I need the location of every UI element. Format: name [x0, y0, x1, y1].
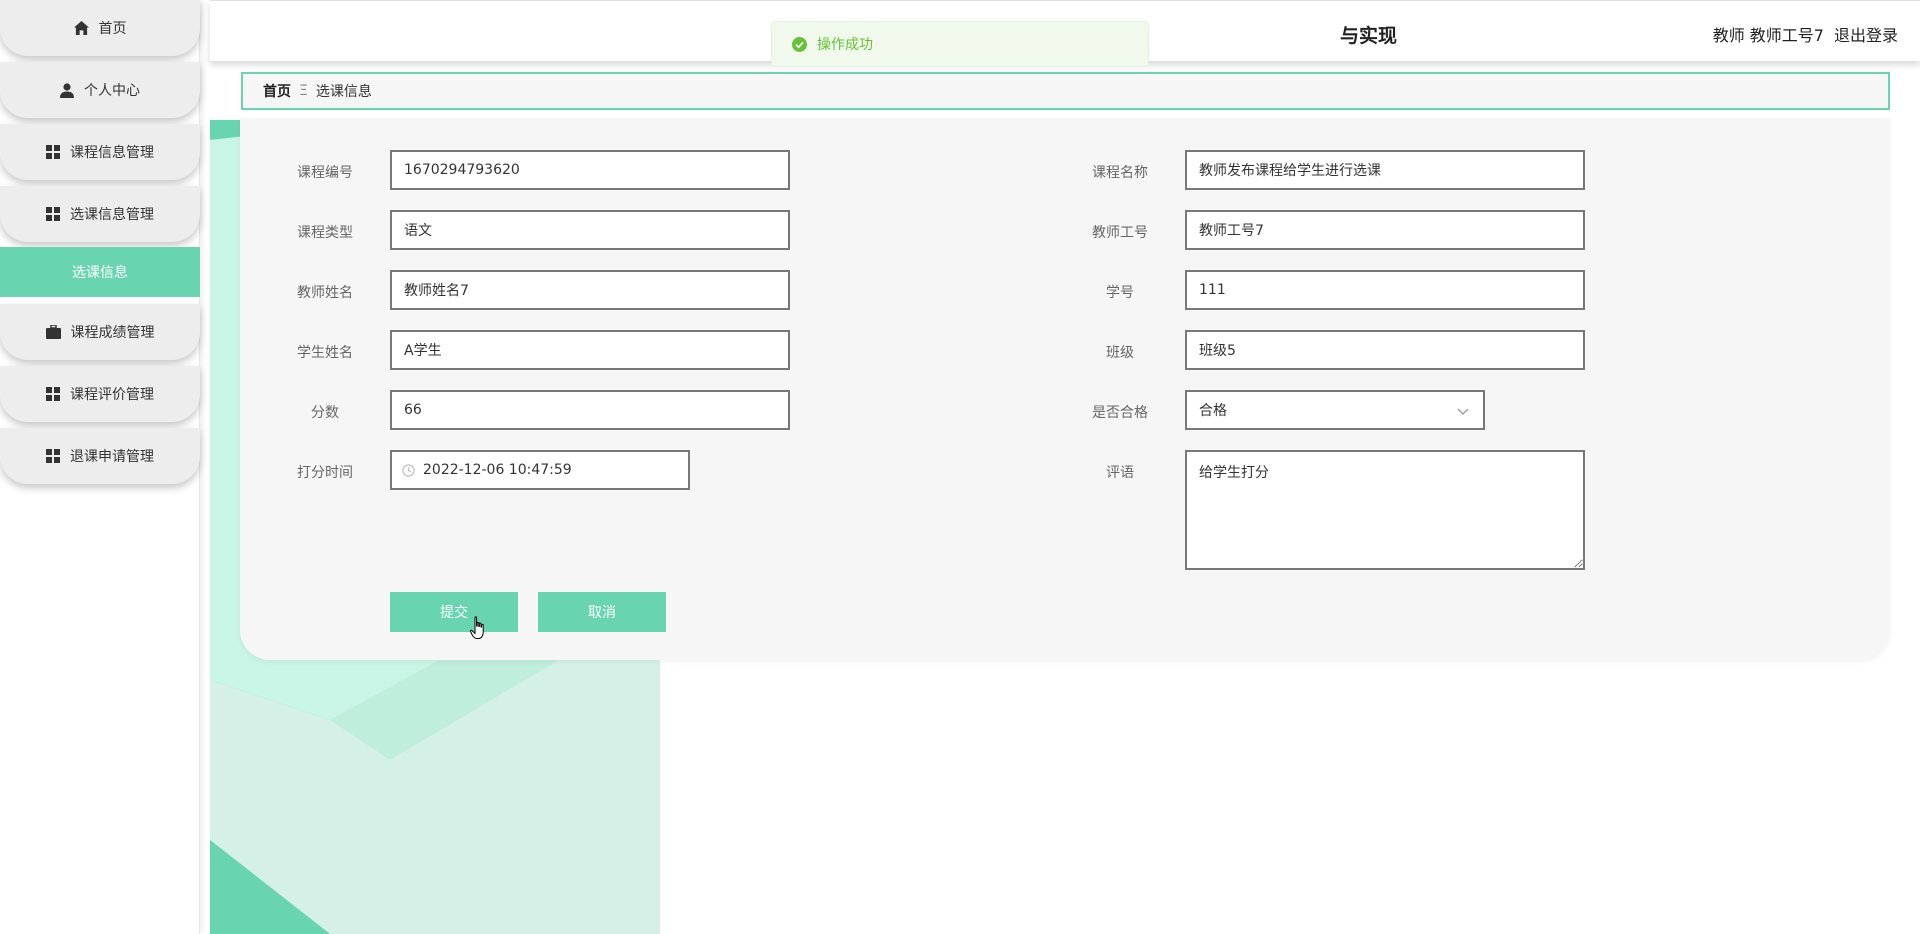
sidebar-item-profile[interactable]: 个人中心 [0, 62, 200, 118]
grid-icon [46, 145, 60, 159]
course-id-input[interactable] [390, 150, 790, 190]
sidebar-item-evaluation[interactable]: 课程评价管理 [0, 366, 200, 422]
sidebar-item-course-info[interactable]: 课程信息管理 [0, 124, 200, 180]
course-type-label: 课程类型 [297, 225, 353, 241]
class-input[interactable] [1185, 330, 1585, 370]
submit-button[interactable]: 提交 [390, 592, 518, 632]
breadcrumb-separator: Ξ [299, 83, 308, 99]
passed-select-value: 合格 [1199, 403, 1227, 419]
student-name-label: 学生姓名 [297, 345, 353, 361]
teacher-id-input[interactable] [1185, 210, 1585, 250]
sidebar-item-label: 退课申请管理 [70, 449, 154, 465]
grid-icon [46, 207, 60, 221]
logout-link[interactable]: 退出登录 [1834, 22, 1898, 46]
breadcrumb: 首页 Ξ 选课信息 [241, 72, 1890, 110]
sidebar-item-label: 课程成绩管理 [70, 325, 155, 341]
success-toast: 操作成功 [771, 21, 1149, 67]
score-input[interactable] [390, 390, 790, 430]
sidebar-item-label: 个人中心 [84, 83, 140, 99]
course-name-label: 课程名称 [1092, 165, 1148, 181]
user-info: 教师 教师工号7 退出登录 [1713, 22, 1898, 46]
sidebar-item-selection-manage[interactable]: 选课信息管理 [0, 186, 200, 242]
course-name-input[interactable] [1185, 150, 1585, 190]
breadcrumb-home[interactable]: 首页 [263, 81, 291, 101]
teacher-name-label: 教师姓名 [297, 285, 353, 301]
breadcrumb-current: 选课信息 [315, 84, 372, 100]
student-id-input[interactable] [1185, 270, 1585, 310]
briefcase-icon [45, 325, 61, 339]
cancel-button[interactable]: 取消 [538, 592, 666, 632]
comment-label: 评语 [1106, 465, 1134, 481]
passed-select[interactable]: 合格 [1185, 390, 1485, 430]
clock-icon [402, 463, 415, 477]
hand-cursor-icon [470, 616, 488, 644]
page-title: 与实现 [1340, 25, 1398, 47]
grid-icon [46, 387, 60, 401]
home-icon [73, 21, 89, 35]
teacher-id-label: 教师工号 [1092, 225, 1148, 241]
score-time-picker[interactable]: 2022-12-06 10:47:59 [390, 450, 690, 490]
student-name-input[interactable] [390, 330, 790, 370]
chevron-down-icon [1457, 404, 1469, 420]
score-label: 分数 [311, 405, 339, 421]
sidebar-item-label: 首页 [98, 21, 127, 37]
grid-icon [46, 449, 60, 463]
course-type-input[interactable] [390, 210, 790, 250]
user-name: 教师 教师工号7 [1712, 26, 1824, 45]
sidebar-item-label: 课程评价管理 [70, 387, 154, 403]
sidebar-item-home[interactable]: 首页 [0, 0, 200, 56]
sidebar-item-withdraw[interactable]: 退课申请管理 [0, 428, 200, 484]
sidebar-item-label: 选课信息管理 [70, 207, 154, 223]
passed-label: 是否合格 [1092, 405, 1148, 421]
check-circle-icon [792, 36, 807, 52]
comment-textarea[interactable]: 给学生打分 [1185, 450, 1585, 570]
sidebar-subitem-selection-info[interactable]: 选课信息 [0, 247, 200, 297]
sidebar: 首页 个人中心 课程信息管理 选课信息管理 选课信息 课程成绩管理 课程评价管理 [0, 0, 200, 934]
sidebar-item-label: 选课信息 [72, 265, 128, 281]
sidebar-item-grades[interactable]: 课程成绩管理 [0, 304, 200, 360]
course-id-label: 课程编号 [297, 165, 353, 181]
toast-message: 操作成功 [817, 37, 873, 53]
form-panel: 课程编号 课程名称 课程类型 教师工号 教师姓名 学号 学生姓名 班级 分数 是… [240, 118, 1890, 660]
score-time-label: 打分时间 [297, 465, 353, 481]
person-icon [60, 82, 74, 98]
teacher-name-input[interactable] [390, 270, 790, 310]
student-id-label: 学号 [1106, 285, 1134, 301]
sidebar-item-label: 课程信息管理 [70, 145, 154, 161]
score-time-value: 2022-12-06 10:47:59 [423, 462, 572, 478]
class-label: 班级 [1106, 345, 1134, 361]
